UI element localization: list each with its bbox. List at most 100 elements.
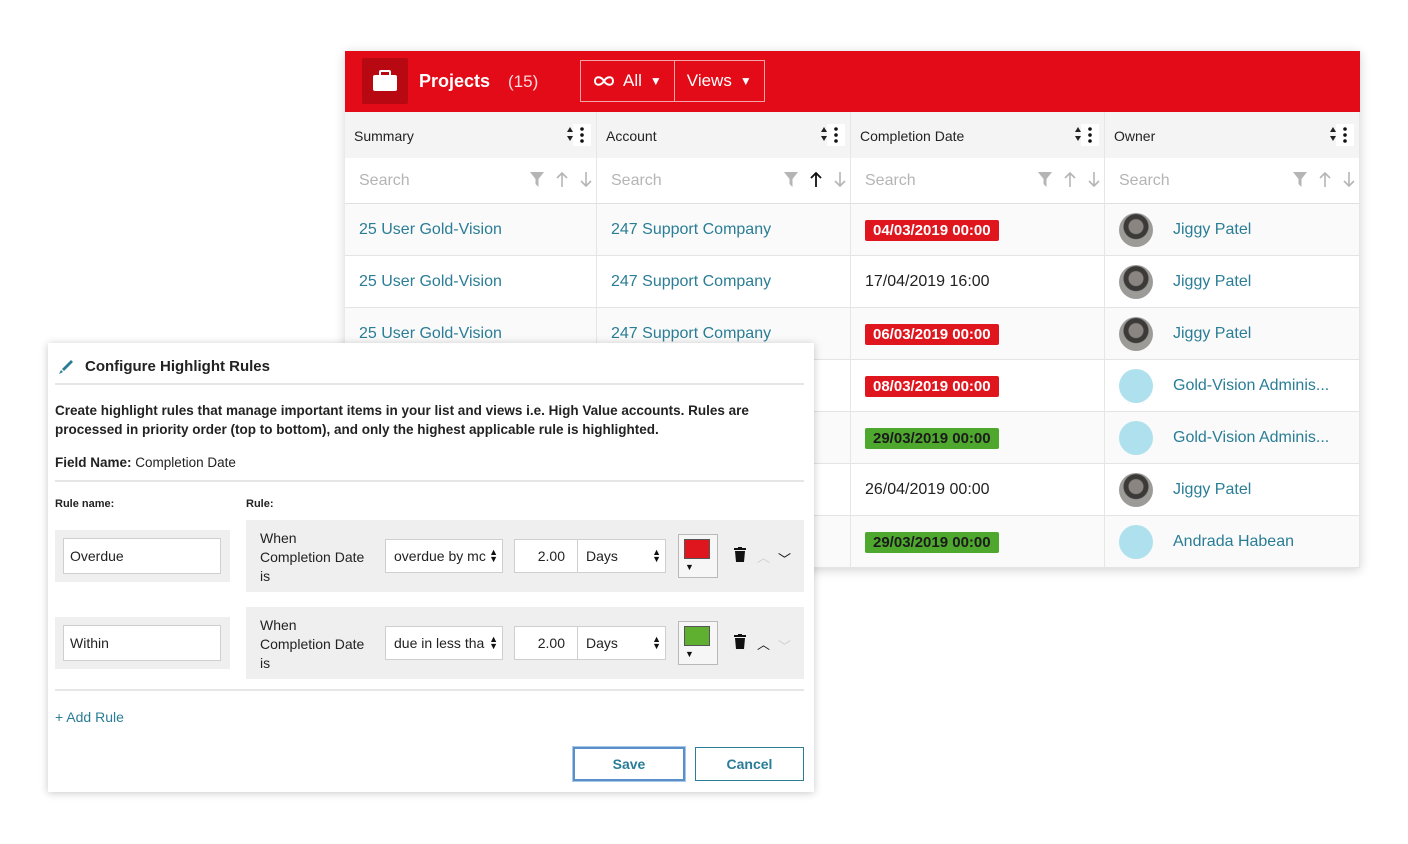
table-row[interactable]: 25 User Gold-Vision 247 Support Company 17… xyxy=(345,256,1360,308)
move-down-icon[interactable]: ﹀ xyxy=(778,549,791,568)
column-label: Summary xyxy=(354,128,414,144)
table-row[interactable]: 25 User Gold-Vision 247 Support Company 04… xyxy=(345,204,1360,256)
color-picker[interactable]: ▼ xyxy=(678,621,718,665)
chevron-down-icon: ▼ xyxy=(685,649,694,659)
when-line: When xyxy=(260,617,297,633)
condition-value: overdue by mc xyxy=(394,548,486,564)
search-placeholder: Search xyxy=(1119,172,1170,189)
select-arrows-icon: ▲ ▼ xyxy=(652,547,661,564)
column-menu-icon[interactable] xyxy=(573,124,591,146)
brush-icon xyxy=(59,360,73,374)
filter-icon[interactable] xyxy=(1038,172,1052,187)
move-up-icon[interactable]: ︿ xyxy=(757,547,770,566)
sort-descending-icon[interactable] xyxy=(1088,172,1100,187)
column-header-completion-date[interactable]: Completion Date xyxy=(851,112,1105,158)
account-link[interactable]: 247 Support Company xyxy=(611,325,771,343)
select-arrows-icon: ▲ ▼ xyxy=(489,634,498,651)
add-rule-link[interactable]: + Add Rule xyxy=(55,709,124,725)
column-header-owner[interactable]: Owner xyxy=(1105,112,1360,158)
amount-input[interactable]: 2.00 xyxy=(514,539,578,573)
condition-select[interactable]: overdue by mc ▲ ▼ xyxy=(385,539,503,573)
owner-cell: Andrada Habean xyxy=(1105,516,1360,568)
views-dropdown[interactable]: Views ▼ xyxy=(673,61,764,101)
rule-row: When Completion Date is overdue by mc ▲ ▼… xyxy=(246,520,804,592)
move-up-icon[interactable]: ︿ xyxy=(757,634,770,653)
unit-select[interactable]: Days ▲ ▼ xyxy=(577,539,666,573)
summary-cell: 25 User Gold-Vision xyxy=(345,204,597,256)
search-completion-date[interactable]: Search xyxy=(851,158,1105,204)
owner-link[interactable]: Andrada Habean xyxy=(1173,533,1294,551)
filter-icon[interactable] xyxy=(1293,172,1307,187)
chevron-down-icon: ▼ xyxy=(649,74,662,88)
column-menu-icon[interactable] xyxy=(1336,124,1354,146)
column-header-account[interactable]: Account xyxy=(597,112,851,158)
sort-descending-icon[interactable] xyxy=(1343,172,1355,187)
trash-icon[interactable] xyxy=(734,634,746,649)
when-line: is xyxy=(260,568,271,584)
owner-link[interactable]: Jiggy Patel xyxy=(1173,325,1251,343)
unit-select[interactable]: Days ▲ ▼ xyxy=(577,626,666,660)
divider xyxy=(55,383,804,385)
column-label: Account xyxy=(606,128,657,144)
owner-link[interactable]: Jiggy Patel xyxy=(1173,273,1251,291)
rule-when-text: When Completion Date is xyxy=(260,616,364,673)
date-badge: 08/03/2019 00:00 xyxy=(865,375,999,397)
date-badge: 06/03/2019 00:00 xyxy=(865,323,999,345)
rule-name-header: Rule name: xyxy=(55,498,115,510)
chevron-down-icon: ▼ xyxy=(739,74,752,88)
trash-icon[interactable] xyxy=(734,547,746,562)
search-account[interactable]: Search xyxy=(597,158,851,204)
account-link[interactable]: 247 Support Company xyxy=(611,273,771,291)
search-owner[interactable]: Search xyxy=(1105,158,1360,204)
date-badge: 29/03/2019 00:00 xyxy=(865,427,999,449)
column-menu-icon[interactable] xyxy=(827,124,845,146)
field-name: Field Name: Completion Date xyxy=(55,455,236,470)
field-name-label: Field Name: xyxy=(55,455,132,470)
account-link[interactable]: 247 Support Company xyxy=(611,221,771,239)
sort-ascending-icon[interactable] xyxy=(1319,172,1331,187)
owner-link[interactable]: Gold-Vision Adminis... xyxy=(1173,429,1329,447)
grid-header: Projects (15) All ▼ Views ▼ xyxy=(345,51,1360,112)
owner-cell: Jiggy Patel xyxy=(1105,464,1360,516)
rule-name-input[interactable] xyxy=(63,625,221,661)
color-picker[interactable]: ▼ xyxy=(678,534,718,578)
owner-link[interactable]: Gold-Vision Adminis... xyxy=(1173,377,1329,395)
date-badge: 04/03/2019 00:00 xyxy=(865,219,999,241)
view-selector: All ▼ Views ▼ xyxy=(580,60,765,102)
page-title: Projects xyxy=(419,71,491,91)
filter-all-dropdown[interactable]: All ▼ xyxy=(581,61,674,101)
filter-icon[interactable] xyxy=(784,172,798,187)
sort-ascending-icon[interactable] xyxy=(810,172,822,187)
sort-descending-icon[interactable] xyxy=(834,172,846,187)
sort-ascending-icon[interactable] xyxy=(1064,172,1076,187)
rule-name-input[interactable] xyxy=(63,538,221,574)
search-summary[interactable]: Search xyxy=(345,158,597,204)
condition-select[interactable]: due in less tha ▲ ▼ xyxy=(385,626,503,660)
highlight-rules-dialog: Configure Highlight Rules Create highlig… xyxy=(48,343,814,792)
column-menu-icon[interactable] xyxy=(1081,124,1099,146)
save-button[interactable]: Save xyxy=(573,747,685,781)
move-down-icon[interactable]: ﹀ xyxy=(778,636,791,655)
select-arrows-icon: ▲ ▼ xyxy=(652,634,661,651)
owner-link[interactable]: Jiggy Patel xyxy=(1173,481,1251,499)
summary-link[interactable]: 25 User Gold-Vision xyxy=(359,273,502,291)
amount-input[interactable]: 2.00 xyxy=(514,626,578,660)
owner-link[interactable]: Jiggy Patel xyxy=(1173,221,1251,239)
divider xyxy=(55,689,804,691)
sort-ascending-icon[interactable] xyxy=(556,172,568,187)
summary-link[interactable]: 25 User Gold-Vision xyxy=(359,325,502,343)
sort-descending-icon[interactable] xyxy=(580,172,592,187)
search-placeholder: Search xyxy=(865,172,916,189)
completion-date-cell: 04/03/2019 00:00 xyxy=(851,204,1105,256)
summary-link[interactable]: 25 User Gold-Vision xyxy=(359,221,502,239)
amount-value: 2.00 xyxy=(537,635,565,651)
views-label: Views xyxy=(686,71,732,90)
filter-icon[interactable] xyxy=(530,172,544,187)
completion-date-cell: 29/03/2019 00:00 xyxy=(851,412,1105,464)
search-placeholder: Search xyxy=(359,172,410,189)
avatar xyxy=(1119,473,1153,507)
cancel-button[interactable]: Cancel xyxy=(695,747,804,781)
rule-name-cell xyxy=(55,530,230,582)
record-count: (15) xyxy=(508,72,539,91)
column-header-summary[interactable]: Summary xyxy=(345,112,597,158)
